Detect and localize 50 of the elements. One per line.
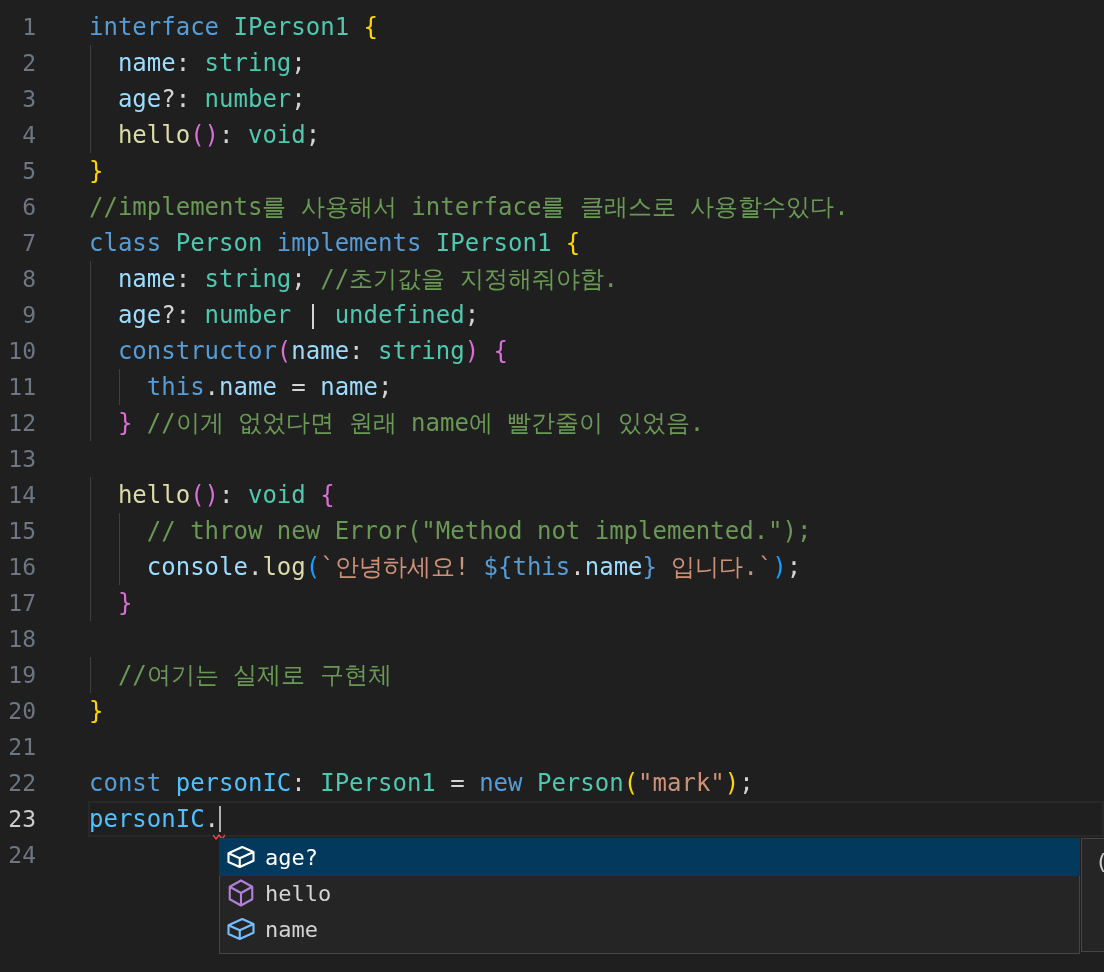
- line-number: 6: [21, 194, 36, 220]
- code-line: //여기는 실제로 구현체: [116, 660, 392, 691]
- line-number: 8: [21, 266, 36, 292]
- line-number: 23: [7, 806, 36, 832]
- code-line: console.log(`안녕하세요! ${this.name} 입니다.`);: [145, 552, 802, 583]
- code-line: constructor(name: string) {: [116, 336, 509, 367]
- error-squiggle: [213, 834, 226, 840]
- suggestion-item[interactable]: name: [220, 911, 1079, 947]
- line-number: 18: [7, 626, 36, 652]
- line-number: 7: [21, 230, 36, 256]
- line-number: 1: [21, 14, 36, 40]
- line-number: 17: [7, 590, 36, 616]
- code-line: personIC.: [89, 804, 220, 835]
- line-number: 4: [21, 122, 36, 148]
- code-line: this.name = name;: [145, 372, 393, 403]
- code-line: age?: number | undefined;: [116, 300, 480, 331]
- line-number: 11: [7, 374, 36, 400]
- line-number: 19: [7, 662, 36, 688]
- line-number: 13: [7, 446, 36, 472]
- line-number: 20: [7, 698, 36, 724]
- line-number: 2: [21, 50, 36, 76]
- code-line: class Person implements IPerson1 {: [89, 228, 581, 259]
- line-number: 3: [21, 86, 36, 112]
- code-line: interface IPerson1 {: [89, 12, 378, 43]
- suggestion-item[interactable]: hello: [220, 875, 1079, 911]
- code-line: hello(): void;: [116, 120, 321, 151]
- code-line: const personIC: IPerson1 = new Person("mark");: [89, 768, 754, 799]
- code-line: }: [116, 588, 133, 619]
- line-number: 21: [7, 734, 36, 760]
- line-number: 9: [21, 302, 36, 328]
- code-line: name: string;: [116, 48, 306, 79]
- line-number: 22: [7, 770, 36, 796]
- code-line: //implements를 사용해서 interface를 클래스로 사용할수있다.: [89, 192, 849, 223]
- code-line: // throw new Error("Method not implemented.");: [145, 516, 812, 547]
- line-number: 16: [7, 554, 36, 580]
- line-number: 5: [21, 158, 36, 184]
- line-number: 10: [7, 338, 36, 364]
- line-number: 12: [7, 410, 36, 436]
- code-line: age?: number;: [116, 84, 306, 115]
- code-line: name: string; //초기값을 지정해줘야함.: [116, 264, 618, 295]
- line-number: 14: [7, 482, 36, 508]
- cube-icon: [226, 878, 256, 908]
- line-number: 15: [7, 518, 36, 544]
- code-line: }: [89, 696, 104, 727]
- code-line: hello(): void {: [116, 480, 335, 511]
- code-line: }: [89, 156, 104, 187]
- suggestion-item[interactable]: age?: [220, 839, 1079, 875]
- line-number: 24: [7, 842, 36, 868]
- details-text: (: [1095, 849, 1104, 874]
- code-line: } //이게 없었다면 원래 name에 빨간줄이 있었음.: [116, 408, 705, 439]
